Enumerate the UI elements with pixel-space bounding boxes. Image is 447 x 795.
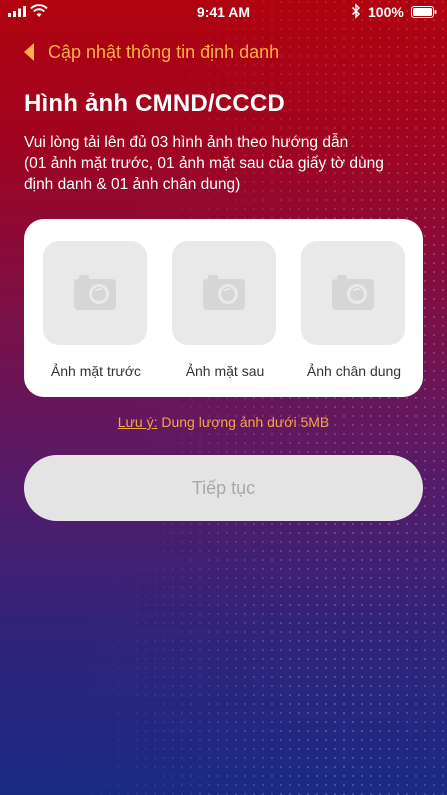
size-note: Lưu ý: Dung lượng ảnh dưới 5MB [0, 414, 447, 430]
upload-slot-back: Ảnh mặt sau [172, 241, 278, 379]
camera-icon [203, 275, 245, 310]
note-label: Lưu ý: [117, 414, 158, 430]
upload-slot-front: Ảnh mặt trước [43, 241, 149, 379]
battery-percentage: 100% [368, 4, 404, 20]
photo-upload-card: Ảnh mặt trước Ảnh mặt sau Ảnh chân dung [24, 219, 423, 397]
upload-portrait-photo-button[interactable] [301, 241, 405, 345]
page-title: Hình ảnh CMND/CCCD [24, 90, 285, 117]
battery-icon [411, 6, 437, 18]
instructions-line: định danh & 01 ảnh chân dung) [24, 176, 241, 193]
upload-back-label: Ảnh mặt sau [185, 363, 265, 379]
camera-icon [332, 275, 374, 310]
back-button[interactable]: Cập nhật thông tin định danh [22, 40, 279, 64]
nav-title: Cập nhật thông tin định danh [48, 41, 280, 62]
screen: 9:41 AM 100% Cập nhật thông tin định dan… [0, 0, 447, 795]
instructions-line: Vui lòng tải lên đủ 03 hình ảnh theo hướ… [24, 134, 349, 151]
instructions-line: (01 ảnh mặt trước, 01 ảnh mặt sau của gi… [24, 155, 384, 172]
upload-front-photo-button[interactable] [43, 241, 147, 345]
camera-icon [74, 275, 116, 310]
note-text: Dung lượng ảnh dưới 5MB [161, 414, 330, 430]
upload-portrait-label: Ảnh chân dung [306, 363, 402, 379]
continue-button[interactable]: Tiếp tục [24, 455, 423, 521]
upload-slot-portrait: Ảnh chân dung [301, 241, 407, 379]
bluetooth-icon [351, 3, 361, 19]
background-dot-pattern [0, 0, 447, 795]
status-bar: 9:41 AM 100% [0, 0, 447, 24]
back-arrow-icon [24, 43, 34, 61]
upload-front-label: Ảnh mặt trước [50, 363, 142, 379]
upload-back-photo-button[interactable] [172, 241, 276, 345]
instructions-text: Vui lòng tải lên đủ 03 hình ảnh theo hướ… [24, 132, 424, 195]
